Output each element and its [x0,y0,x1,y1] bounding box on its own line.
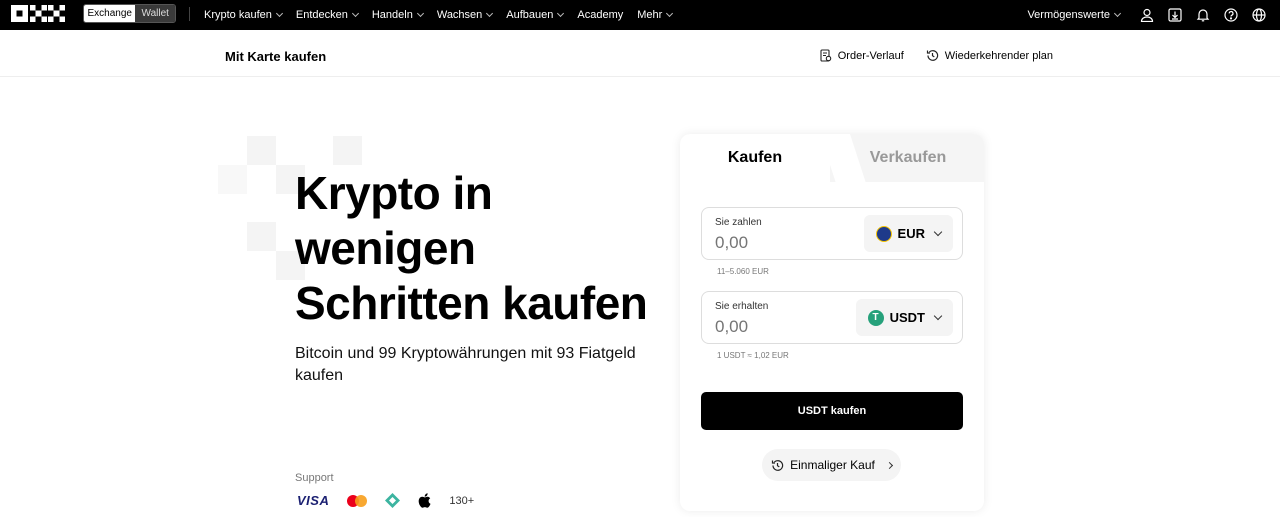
chevron-down-icon [666,9,674,18]
sub-header-links: Order-Verlauf Wiederkehrender plan [819,49,1053,62]
trade-card: Kaufen Verkaufen Sie zahlen EUR 11–5.060… [680,134,984,511]
help-icon[interactable] [1224,8,1238,22]
history-clock-icon [772,459,784,471]
receive-field: Sie erhalten T USDT [701,291,963,344]
chevron-right-icon [885,461,893,469]
chevron-down-icon [351,9,359,18]
chevron-down-icon [486,9,494,18]
menu-item-krypto-kaufen[interactable]: Krypto kaufen [204,9,283,21]
recurring-plan-link[interactable]: Wiederkehrender plan [926,49,1053,62]
tab-sell[interactable]: Verkaufen [832,134,984,182]
mastercard-icon [347,494,368,507]
apple-icon [419,493,431,508]
payment-count: 130+ [449,494,475,507]
switch-exchange[interactable]: Exchange [84,5,136,22]
buy-usdt-button[interactable]: USDT kaufen [701,392,963,430]
assets-menu[interactable]: Vermögenswerte [1027,9,1122,21]
receive-amount-input[interactable] [715,317,835,337]
menu-item-entdecken[interactable]: Entdecken [296,9,359,21]
receive-label: Sie erhalten [715,301,769,312]
pay-amount-input[interactable] [715,233,835,253]
order-history-link[interactable]: Order-Verlauf [819,49,904,62]
trade-tabs: Kaufen Verkaufen [680,134,984,182]
globe-icon[interactable] [1252,8,1266,22]
exchange-rate-hint: 1 USDT ≈ 1,02 EUR [717,351,789,360]
user-icon[interactable] [1140,8,1154,22]
chevron-down-icon [933,311,943,320]
hero-title: Krypto in wenigen Schritten kaufen [295,167,648,329]
main-menu: Krypto kaufen Entdecken Handeln Wachsen … [204,0,674,30]
support-label: Support [295,472,334,484]
chevron-down-icon [933,227,943,236]
receive-currency-select[interactable]: T USDT [855,299,953,336]
menu-item-mehr[interactable]: Mehr [637,9,674,21]
menu-item-aufbauen[interactable]: Aufbauen [506,9,565,21]
visa-icon: VISA [297,493,330,508]
chevron-down-icon [275,9,283,18]
chevron-down-icon [557,9,565,18]
pay-range-hint: 11–5.060 EUR [717,267,769,276]
sub-header: Mit Karte kaufen Order-Verlauf Wiederkeh… [0,30,1280,77]
tab-buy[interactable]: Kaufen [680,134,830,182]
pay-currency-select[interactable]: EUR [863,215,953,252]
download-icon[interactable] [1168,8,1182,22]
menu-item-wachsen[interactable]: Wachsen [437,9,494,21]
chevron-down-icon [416,9,424,18]
usdt-icon: T [867,309,884,326]
pay-label: Sie zahlen [715,217,762,228]
switch-wallet[interactable]: Wallet [135,5,175,22]
hero-subtitle: Bitcoin und 99 Kryptowährungen mit 93 Fi… [295,345,636,384]
payment-methods: VISA 130+ [297,493,474,508]
nav-divider [189,7,190,21]
eur-flag-icon [875,225,892,242]
page-title: Mit Karte kaufen [225,49,327,64]
bell-icon[interactable] [1196,8,1210,22]
chevron-down-icon [1113,9,1122,18]
sepa-icon [385,493,401,508]
top-nav: Exchange Wallet Krypto kaufen Entdecken … [0,0,1280,30]
history-clock-icon [926,50,938,61]
pay-field: Sie zahlen EUR [701,207,963,260]
menu-item-handeln[interactable]: Handeln [372,9,424,21]
okx-logo[interactable] [11,5,65,22]
exchange-wallet-switch: Exchange Wallet [83,4,176,23]
order-history-icon [820,49,831,62]
one-time-purchase-button[interactable]: Einmaliger Kauf [762,449,901,481]
right-nav: Vermögenswerte [1027,0,1266,30]
menu-item-academy[interactable]: Academy [577,9,623,21]
